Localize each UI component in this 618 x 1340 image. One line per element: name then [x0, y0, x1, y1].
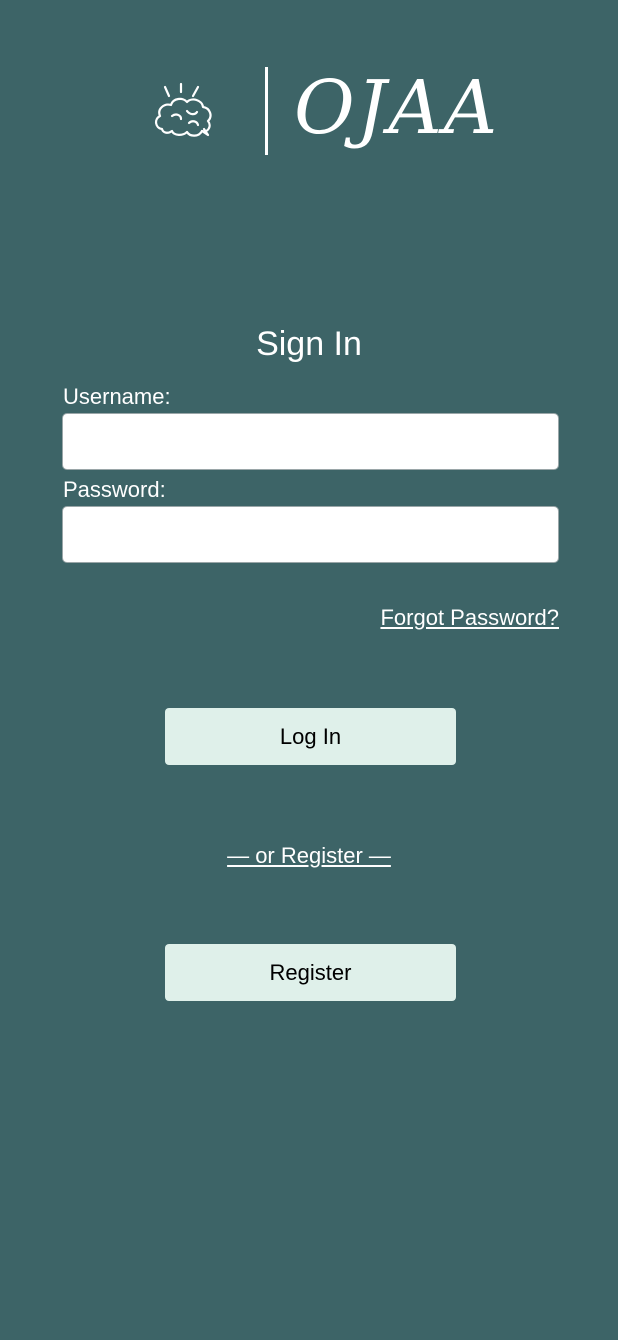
forgot-password-link[interactable]: Forgot Password?	[380, 604, 559, 632]
password-label: Password:	[63, 477, 166, 502]
brand-logo-text: OJAA	[294, 65, 500, 151]
password-input[interactable]	[62, 506, 559, 563]
register-button[interactable]: Register	[165, 944, 456, 1001]
page-title: Sign In	[256, 325, 362, 363]
or-register-divider: — or Register —	[0, 842, 618, 870]
username-label: Username:	[63, 384, 171, 409]
logo-divider	[265, 67, 268, 155]
logo-bar: OJAA	[0, 60, 618, 160]
or-register-link[interactable]: — or Register —	[227, 843, 391, 868]
brain-icon	[155, 82, 212, 137]
login-button[interactable]: Log In	[165, 708, 456, 765]
username-input[interactable]	[62, 413, 559, 470]
